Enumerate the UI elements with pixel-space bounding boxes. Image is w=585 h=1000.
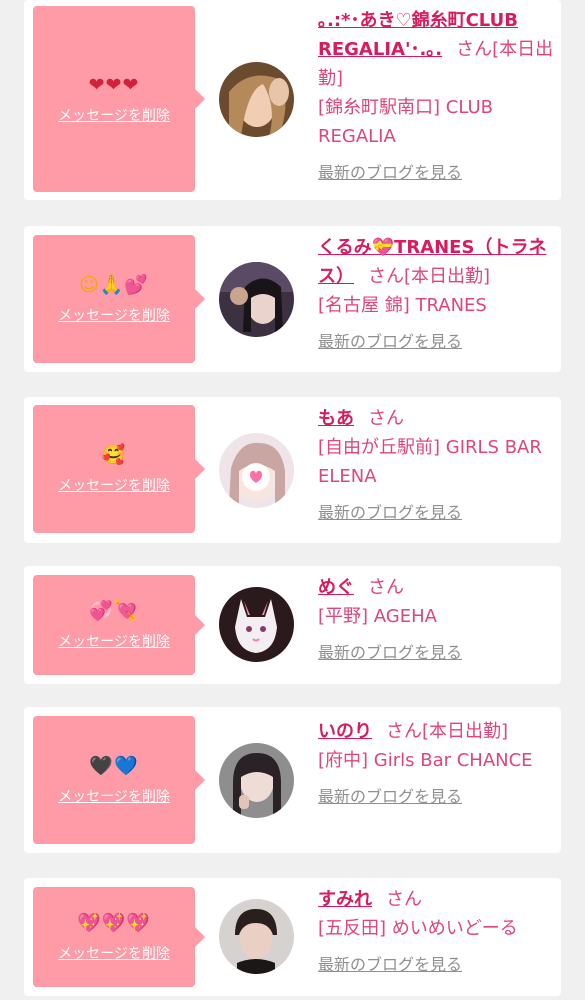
- profile-name-link[interactable]: すみれ: [318, 889, 372, 910]
- honorific: さん: [368, 266, 404, 287]
- delete-message-link[interactable]: メッセージを削除: [58, 475, 170, 495]
- profile-info: くるみ💝TRANES（トラネス） さん[本日出勤] [名古屋 錦] TRANES …: [318, 233, 554, 356]
- message-emoji: 💖💖💖: [77, 912, 151, 934]
- message-bubble: 🖤💙 メッセージを削除: [33, 716, 205, 844]
- message-card: ☺🙏💕 メッセージを削除 くるみ💝TRANES（トラネス） さん[本日出勤] [名…: [24, 226, 561, 372]
- shop-text: [自由が丘駅前] GIRLS BAR ELENA: [318, 437, 542, 487]
- avatar[interactable]: [219, 743, 294, 818]
- profile-name-link[interactable]: いのり: [318, 721, 372, 742]
- avatar[interactable]: [219, 899, 294, 974]
- message-bubble: 🥰 メッセージを削除: [33, 405, 205, 533]
- message-bubble: 💞💘 メッセージを削除: [33, 575, 205, 675]
- profile-info: めぐ さん [平野] AGEHA 最新のブログを見る: [318, 573, 554, 667]
- delete-message-link[interactable]: メッセージを削除: [58, 786, 170, 806]
- avatar[interactable]: [219, 433, 294, 508]
- latest-blog-link[interactable]: 最新のブログを見る: [318, 158, 554, 187]
- shop-text: [五反田] めいめいどーる: [318, 918, 518, 939]
- profile-name-link[interactable]: めぐ: [318, 577, 354, 598]
- honorific: さん: [368, 408, 404, 429]
- profile-info: いのり さん[本日出勤] [府中] Girls Bar CHANCE 最新のブログ…: [318, 717, 554, 811]
- profile-info: ｡.:*･あき♡錦糸町CLUB REGALIA'･.｡. さん[本日出勤] [錦糸…: [318, 6, 554, 187]
- latest-blog-link[interactable]: 最新のブログを見る: [318, 498, 554, 527]
- avatar[interactable]: [219, 62, 294, 137]
- status-text: [本日出勤]: [422, 721, 509, 742]
- delete-message-link[interactable]: メッセージを削除: [58, 305, 170, 325]
- message-emoji: 🖤💙: [89, 755, 139, 777]
- shop-text: [名古屋 錦] TRANES: [318, 295, 487, 316]
- latest-blog-link[interactable]: 最新のブログを見る: [318, 950, 554, 979]
- latest-blog-link[interactable]: 最新のブログを見る: [318, 638, 554, 667]
- profile-info: すみれ さん [五反田] めいめいどーる 最新のブログを見る: [318, 885, 554, 979]
- message-emoji: ❤❤❤: [88, 74, 140, 96]
- message-bubble: 💖💖💖 メッセージを削除: [33, 887, 205, 987]
- avatar[interactable]: [219, 587, 294, 662]
- message-bubble: ☺🙏💕 メッセージを削除: [33, 235, 205, 363]
- message-card: 💞💘 メッセージを削除 めぐ さん [平野] AGEHA 最新のブログを見る: [24, 566, 561, 684]
- profile-name-link[interactable]: もあ: [318, 408, 354, 429]
- latest-blog-link[interactable]: 最新のブログを見る: [318, 327, 554, 356]
- latest-blog-link[interactable]: 最新のブログを見る: [318, 782, 554, 811]
- message-card: 🥰 メッセージを削除 もあ さん [自由が丘駅前] GIRLS BAR ELENA…: [24, 397, 561, 543]
- delete-message-link[interactable]: メッセージを削除: [58, 105, 170, 125]
- shop-text: [錦糸町駅南口] CLUB REGALIA: [318, 97, 493, 147]
- message-card: 🖤💙 メッセージを削除 いのり さん[本日出勤] [府中] Girls Bar C…: [24, 707, 561, 853]
- profile-info: もあ さん [自由が丘駅前] GIRLS BAR ELENA 最新のブログを見る: [318, 404, 554, 527]
- message-card: 💖💖💖 メッセージを削除 すみれ さん [五反田] めいめいどーる 最新のブログを…: [24, 878, 561, 996]
- delete-message-link[interactable]: メッセージを削除: [58, 943, 170, 963]
- delete-message-link[interactable]: メッセージを削除: [58, 631, 170, 651]
- honorific: さん: [386, 721, 422, 742]
- message-emoji: 💞💘: [89, 600, 139, 622]
- message-emoji: 🥰: [101, 444, 127, 466]
- message-card: ❤❤❤ メッセージを削除 ｡.:*･あき♡錦糸町CLUB REGALIA'･.｡…: [24, 0, 561, 200]
- honorific: さん: [386, 889, 422, 910]
- shop-text: [平野] AGEHA: [318, 606, 437, 627]
- honorific: さん: [368, 577, 404, 598]
- honorific: さん: [456, 39, 493, 60]
- message-bubble: ❤❤❤ メッセージを削除: [33, 6, 205, 192]
- avatar[interactable]: [219, 262, 294, 337]
- shop-text: [府中] Girls Bar CHANCE: [318, 750, 533, 771]
- message-list: ❤❤❤ メッセージを削除 ｡.:*･あき♡錦糸町CLUB REGALIA'･.｡…: [0, 0, 585, 1000]
- message-emoji: ☺🙏💕: [78, 274, 150, 296]
- status-text: [本日出勤]: [404, 266, 491, 287]
